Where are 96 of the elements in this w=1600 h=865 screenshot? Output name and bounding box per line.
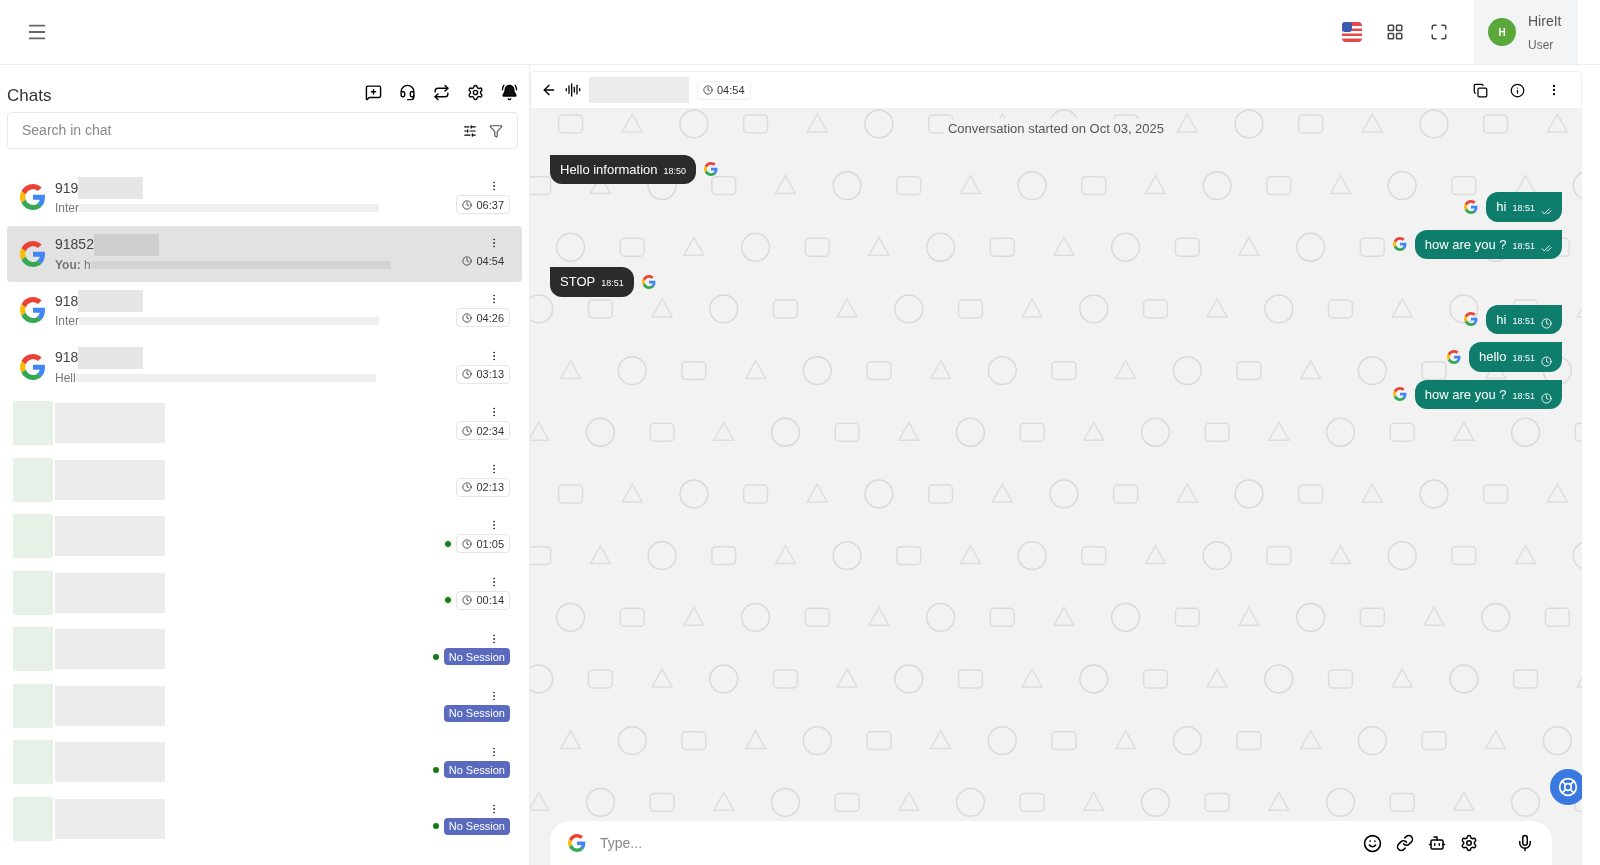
message-preview: Inter (55, 200, 79, 218)
lifebuoy-icon (1558, 777, 1578, 797)
time-chip: 00:14 (456, 590, 510, 610)
message-time: 18:51 (1512, 202, 1535, 215)
message-time: 18:51 (601, 277, 624, 290)
mic-icon[interactable] (1516, 834, 1534, 852)
redacted-block (13, 570, 53, 615)
message-time: 18:51 (1512, 389, 1535, 403)
redacted-block (13, 514, 53, 559)
g-logo-icon (1464, 199, 1479, 214)
redacted-block (78, 346, 144, 369)
message-text: how are you ? (1424, 385, 1507, 404)
time-chip: 06:37 (456, 195, 510, 215)
adjust-icon[interactable] (463, 123, 477, 138)
message-time: 18:51 (1512, 352, 1535, 365)
session-badge: No Session (443, 817, 510, 835)
time-chip: 02:13 (456, 477, 510, 497)
message-time: 18:51 (1512, 239, 1535, 253)
redacted-block (78, 290, 144, 313)
chat-item[interactable]: 91852 You: h 04:54 (7, 225, 522, 282)
message-preview: Inter (55, 313, 79, 331)
clock-icon (462, 312, 473, 323)
redacted-block (13, 627, 53, 672)
clock-icon (462, 538, 473, 549)
apps-icon[interactable] (1386, 23, 1404, 41)
user-name: HireIt (1528, 11, 1562, 31)
g-logo-icon (1392, 237, 1407, 252)
message-time: 18:51 (1512, 314, 1535, 328)
contact-number: 919 (55, 178, 79, 198)
flag-icon[interactable] (1342, 22, 1362, 42)
time-chip: 02:34 (456, 421, 510, 441)
fullscreen-icon[interactable] (1430, 23, 1448, 41)
message-text: how are you ? (1424, 235, 1507, 254)
g-logo-icon (20, 297, 46, 324)
g-logo-icon (1464, 312, 1479, 327)
settings-icon[interactable] (467, 83, 484, 101)
settings-icon[interactable] (1460, 834, 1478, 852)
message-text: Hello information (560, 160, 658, 179)
session-badge: No Session (443, 704, 510, 722)
audio-icon (565, 82, 581, 98)
contact-number: 91852 (55, 235, 94, 255)
message-text: STOP (560, 273, 596, 291)
info-icon[interactable] (1510, 82, 1525, 98)
message-preview: Hell (55, 369, 76, 387)
g-logo-icon (1392, 387, 1407, 402)
message-text: hello (1479, 348, 1507, 366)
session-badge: No Session (443, 761, 510, 779)
redacted-block (78, 177, 144, 200)
message-preview: You: h (55, 256, 91, 274)
contact-number: 918 (55, 291, 79, 311)
emoji-icon[interactable] (1363, 833, 1382, 853)
headset-icon[interactable] (399, 83, 416, 101)
new-chat-icon[interactable] (365, 83, 382, 101)
copy-icon[interactable] (1473, 82, 1488, 98)
transfer-icon[interactable] (433, 83, 450, 101)
bot-icon[interactable] (1428, 834, 1446, 852)
g-logo-icon (20, 353, 46, 380)
clock-icon (462, 199, 473, 210)
avatar: H (1488, 18, 1516, 46)
redacted-block (13, 683, 53, 728)
message-field[interactable]: Type... (550, 821, 1552, 865)
message-time: 18:50 (663, 164, 687, 178)
clock-icon (462, 482, 473, 493)
session-badge: No Session (443, 648, 510, 666)
message-text: hi (1496, 198, 1507, 216)
user-menu[interactable]: H HireIt User (1474, 0, 1578, 64)
clock-icon (462, 425, 473, 436)
time-chip: 01:05 (456, 534, 510, 554)
user-role: User (1528, 36, 1555, 54)
time-chip: 03:13 (456, 364, 510, 384)
search-input[interactable]: Search in chat (22, 120, 463, 141)
message-text: hi (1496, 310, 1507, 329)
contact-number: 918 (55, 348, 79, 368)
bell-icon[interactable] (501, 83, 518, 101)
g-logo-icon (704, 162, 719, 177)
clock-icon (703, 85, 713, 95)
clock-icon (462, 369, 473, 380)
time-chip: 04:54 (697, 80, 751, 100)
support-button[interactable] (1550, 769, 1582, 805)
redacted-block (13, 740, 53, 785)
g-logo-icon (20, 184, 46, 211)
g-logo-icon (1447, 349, 1461, 364)
g-logo-icon (20, 240, 46, 267)
attach-link-icon[interactable] (1396, 834, 1414, 852)
clock-icon (462, 595, 473, 606)
time-chip: 04:26 (456, 308, 510, 328)
filter-icon[interactable] (489, 123, 503, 138)
clock-icon (462, 256, 473, 267)
back-icon[interactable] (541, 82, 557, 98)
redacted-block (13, 401, 53, 446)
redacted-block (13, 457, 53, 502)
g-logo-icon (641, 274, 656, 289)
redacted-block (13, 796, 53, 841)
g-logo-icon (568, 834, 586, 852)
search-field[interactable]: Search in chat (7, 112, 518, 149)
panel-title: Chats (7, 85, 52, 108)
